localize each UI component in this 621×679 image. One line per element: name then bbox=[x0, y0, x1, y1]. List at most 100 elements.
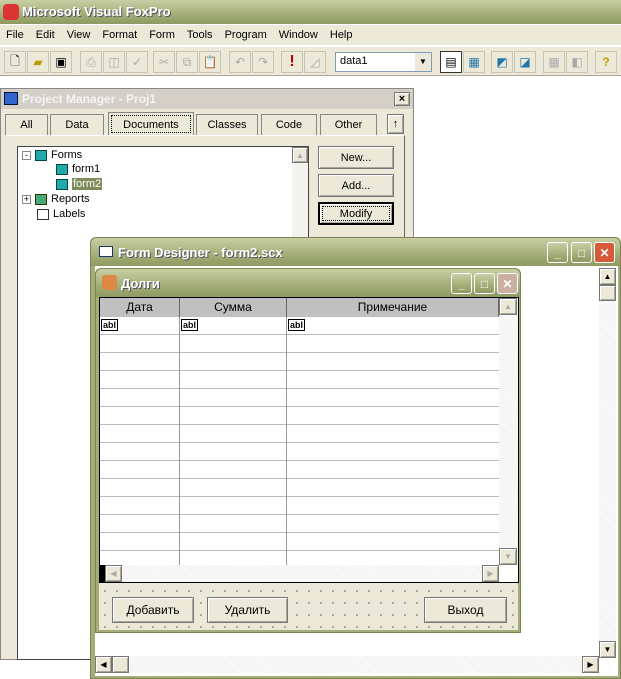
fox-icon bbox=[3, 4, 19, 20]
close-button[interactable]: ✕ bbox=[497, 273, 518, 294]
form-icon bbox=[56, 178, 68, 190]
scroll-up-icon[interactable]: ▲ bbox=[292, 147, 308, 163]
tab-code[interactable]: Code bbox=[261, 114, 317, 135]
column-header-amount[interactable]: Сумма bbox=[180, 298, 287, 317]
tab-data[interactable]: Data bbox=[50, 114, 104, 135]
column-header-note[interactable]: Примечание bbox=[287, 298, 499, 317]
grid-column-divider bbox=[180, 317, 287, 565]
add-button[interactable]: Add... bbox=[318, 174, 394, 197]
tab-other[interactable]: Other bbox=[320, 114, 377, 135]
form-properties-icon[interactable]: ▤ bbox=[440, 51, 462, 73]
redo-icon[interactable]: ↷ bbox=[252, 51, 274, 73]
new-button[interactable]: New... bbox=[318, 146, 394, 169]
tree-item-form2[interactable]: form2 bbox=[56, 178, 103, 190]
menu-window[interactable]: Window bbox=[273, 29, 324, 41]
form-designer-title-bar: Form Designer - form2.scx _ □ ✕ bbox=[91, 238, 620, 266]
exit-button[interactable]: Выход bbox=[424, 597, 507, 623]
scroll-thumb[interactable] bbox=[112, 656, 129, 673]
textbox-icon: abl bbox=[181, 319, 199, 331]
forms-icon bbox=[35, 149, 47, 161]
menu-tools[interactable]: Tools bbox=[181, 29, 219, 41]
cut-icon[interactable]: ✂ bbox=[153, 51, 175, 73]
layout-icon[interactable]: ◩ bbox=[491, 51, 513, 73]
column-header-date[interactable]: Дата bbox=[100, 298, 180, 317]
app-title-bar: Microsoft Visual FoxPro bbox=[0, 0, 621, 24]
paste-icon[interactable]: 📋 bbox=[199, 51, 221, 73]
undo-icon[interactable]: ↶ bbox=[229, 51, 251, 73]
palette-icon[interactable]: ◪ bbox=[514, 51, 536, 73]
scroll-left-icon[interactable]: ◀ bbox=[95, 656, 112, 673]
tree-item-reports[interactable]: + Reports bbox=[22, 193, 90, 205]
dolgi-form[interactable]: Долги _ □ ✕ Дата Сумма Примечание abl ab… bbox=[95, 268, 521, 633]
modify-form-icon[interactable]: ◿ bbox=[304, 51, 326, 73]
delete-record-button[interactable]: Удалить bbox=[207, 597, 288, 623]
tab-classes[interactable]: Classes bbox=[196, 114, 258, 135]
tree-item-labels[interactable]: Labels bbox=[37, 208, 85, 220]
menu-view[interactable]: View bbox=[61, 29, 97, 41]
run-icon[interactable]: ! bbox=[281, 51, 303, 73]
project-manager-title-bar: Project Manager - Proj1 × bbox=[1, 89, 413, 109]
menu-program[interactable]: Program bbox=[219, 29, 273, 41]
tree-item-form1[interactable]: form1 bbox=[56, 163, 100, 175]
save-icon[interactable]: ▣ bbox=[50, 51, 72, 73]
scroll-down-icon[interactable]: ▼ bbox=[599, 641, 616, 658]
menu-help[interactable]: Help bbox=[324, 29, 359, 41]
expand-icon[interactable]: + bbox=[22, 194, 31, 204]
minimize-button[interactable]: _ bbox=[547, 242, 568, 263]
standard-toolbar: 🗋 ▰ ▣ ⎙ ◫ ✓ ✂ ⧉ 📋 ↶ ↷ ! ◿ data1 ▼ ▤ ▦ ◩ ◪… bbox=[0, 46, 621, 76]
tree-label: form2 bbox=[72, 178, 103, 190]
vertical-scrollbar[interactable]: ▲ ▼ bbox=[599, 268, 616, 658]
scroll-up-icon[interactable]: ▲ bbox=[599, 268, 616, 285]
tree-label: Labels bbox=[53, 208, 86, 220]
print-preview-icon[interactable]: ◫ bbox=[103, 51, 125, 73]
spell-check-icon[interactable]: ✓ bbox=[126, 51, 148, 73]
tree-item-forms[interactable]: - Forms bbox=[22, 149, 82, 161]
labels-icon bbox=[37, 208, 49, 220]
tab-all[interactable]: All bbox=[5, 114, 48, 135]
open-folder-icon[interactable]: ▰ bbox=[27, 51, 49, 73]
maximize-button[interactable]: □ bbox=[474, 273, 495, 294]
tab-documents[interactable]: Documents bbox=[108, 112, 194, 136]
textbox-icon: abl bbox=[101, 319, 119, 331]
grid-rows bbox=[100, 317, 499, 565]
close-button[interactable]: × bbox=[394, 92, 410, 106]
datasession-select[interactable]: data1 ▼ bbox=[335, 52, 432, 72]
horizontal-scrollbar[interactable]: ◀ ▶ bbox=[95, 656, 599, 673]
menu-bar: File Edit View Format Form Tools Program… bbox=[0, 25, 621, 45]
new-file-icon[interactable]: 🗋 bbox=[4, 51, 26, 73]
datasession-value: data1 bbox=[340, 55, 368, 67]
collapse-button[interactable]: ↑ bbox=[387, 114, 404, 134]
help-icon[interactable]: ? bbox=[595, 51, 617, 73]
scroll-right-icon[interactable]: ▶ bbox=[482, 565, 499, 582]
print-icon[interactable]: ⎙ bbox=[80, 51, 102, 73]
database-icon[interactable]: ▦ bbox=[543, 51, 565, 73]
wizard-icon[interactable]: ◧ bbox=[566, 51, 588, 73]
scroll-left-icon[interactable]: ◀ bbox=[105, 565, 122, 582]
form-designer-title: Form Designer - form2.scx bbox=[118, 245, 283, 260]
scroll-right-icon[interactable]: ▶ bbox=[582, 656, 599, 673]
scroll-thumb[interactable] bbox=[599, 285, 616, 301]
grid-vertical-scrollbar[interactable]: ▲ ▼ bbox=[499, 298, 518, 565]
dolgi-title: Долги bbox=[121, 276, 160, 291]
menu-file[interactable]: File bbox=[0, 29, 30, 41]
modify-button[interactable]: Modify bbox=[318, 202, 394, 225]
project-manager-title: Project Manager - Proj1 bbox=[22, 92, 157, 106]
scroll-up-icon[interactable]: ▲ bbox=[499, 298, 517, 315]
grid-horizontal-scrollbar[interactable]: ◀ ▶ bbox=[100, 565, 499, 582]
menu-form[interactable]: Form bbox=[143, 29, 181, 41]
menu-edit[interactable]: Edit bbox=[30, 29, 61, 41]
collapse-icon[interactable]: - bbox=[22, 150, 31, 160]
data-grid[interactable]: Дата Сумма Примечание abl abl abl ▲ ▼ ◀ … bbox=[99, 297, 519, 583]
app-title: Microsoft Visual FoxPro bbox=[22, 4, 171, 19]
scroll-down-icon[interactable]: ▼ bbox=[499, 548, 517, 565]
menu-format[interactable]: Format bbox=[96, 29, 143, 41]
copy-icon[interactable]: ⧉ bbox=[176, 51, 198, 73]
form-control-toolbar-icon[interactable]: ▦ bbox=[463, 51, 485, 73]
minimize-button[interactable]: _ bbox=[451, 273, 472, 294]
close-button[interactable]: ✕ bbox=[594, 242, 615, 263]
chevron-down-icon[interactable]: ▼ bbox=[415, 53, 431, 71]
maximize-button[interactable]: □ bbox=[571, 242, 592, 263]
tree-label: Reports bbox=[51, 193, 90, 205]
add-record-button[interactable]: Добавить bbox=[112, 597, 194, 623]
textbox-icon: abl bbox=[288, 319, 306, 331]
